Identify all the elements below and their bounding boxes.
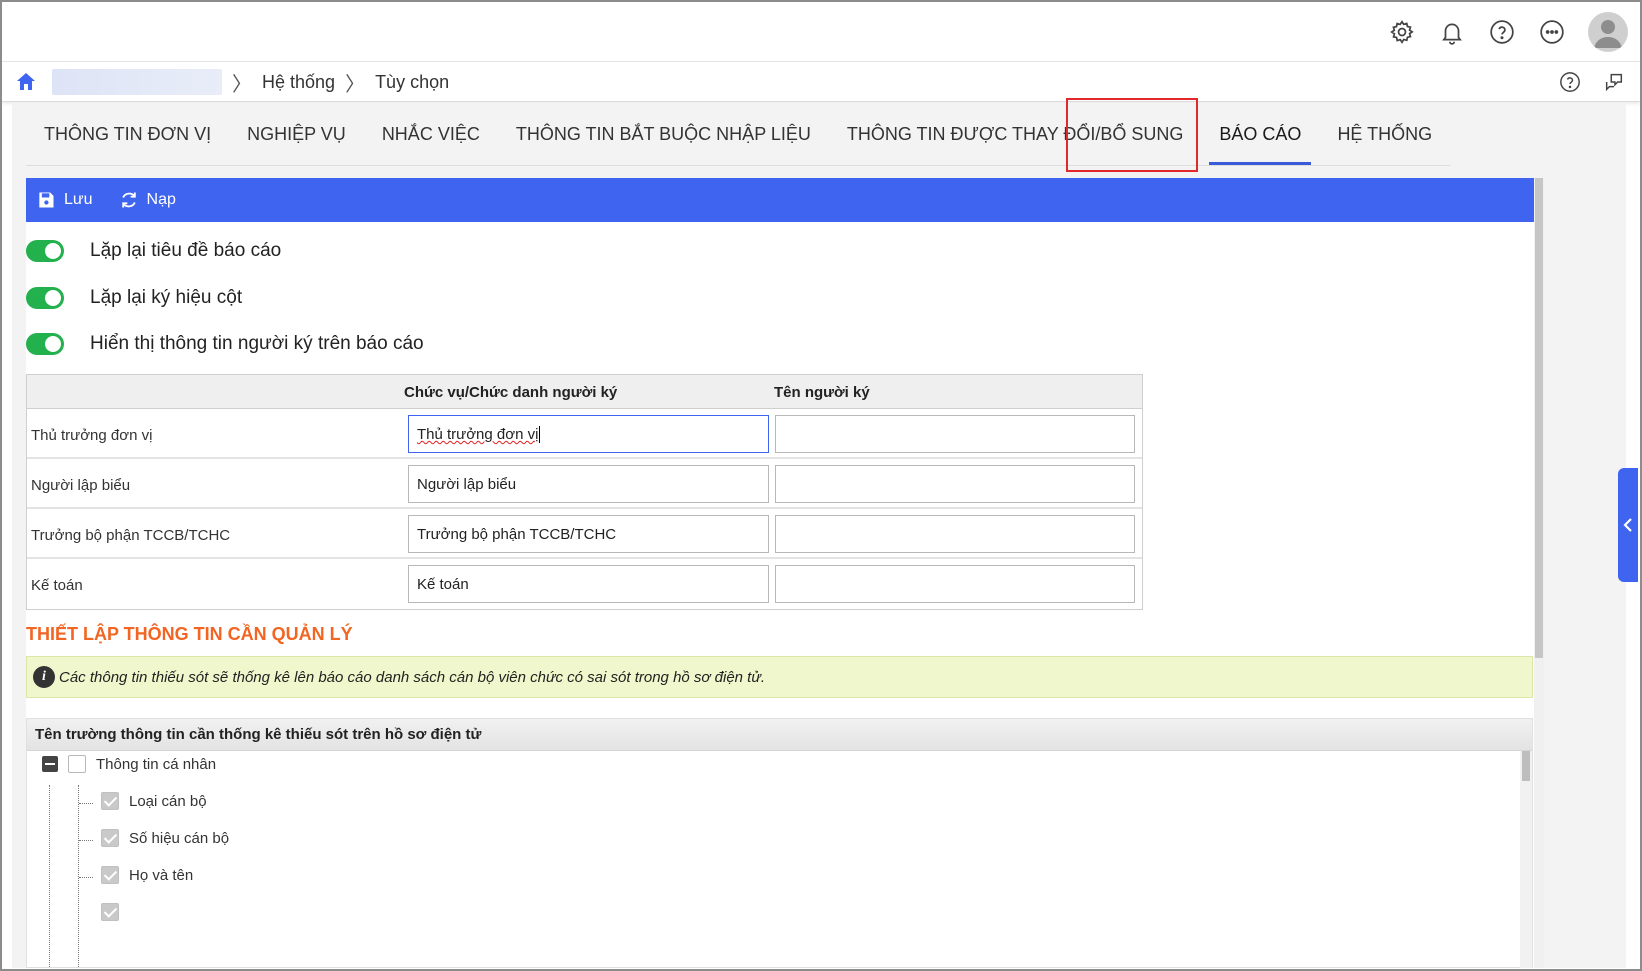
toggle-label: Hiển thị thông tin người ký trên báo cáo bbox=[90, 333, 424, 354]
toggle-label: Lặp lại ký hiệu cột bbox=[90, 287, 243, 308]
title-input[interactable]: Trưởng bộ phận TCCB/TCHC bbox=[408, 515, 769, 553]
tree-node-partial bbox=[101, 903, 119, 921]
column-header-name: Tên người ký bbox=[774, 384, 870, 401]
app-window: 〉 Hệ thống 〉 Tùy chọn THÔNG TIN ĐƠN VỊ N… bbox=[0, 0, 1642, 971]
toolbar: Lưu Nạp bbox=[26, 178, 1534, 222]
tab-changed-info[interactable]: THÔNG TIN ĐƯỢC THAY ĐỔI/BỔ SUNG bbox=[828, 104, 1202, 166]
tree-node-staff-number: Số hiệu cán bộ bbox=[101, 829, 229, 847]
breadcrumb: 〉 Hệ thống 〉 Tùy chọn bbox=[14, 68, 449, 96]
tab-reminders[interactable]: NHẮC VIỆC bbox=[363, 104, 498, 166]
toggle-row-repeat-title: Lặp lại tiêu đề báo cáo bbox=[26, 240, 281, 262]
checkbox-personal-info[interactable] bbox=[68, 755, 86, 773]
home-icon[interactable] bbox=[14, 70, 38, 94]
tab-reports[interactable]: BÁO CÁO bbox=[1201, 104, 1320, 166]
tree-node-label: Họ và tên bbox=[129, 866, 194, 884]
reload-button[interactable]: Nạp bbox=[119, 190, 176, 210]
table-row: Người lập biểu Người lập biểu bbox=[27, 459, 1142, 509]
row-label: Thủ trưởng đơn vị bbox=[31, 427, 153, 444]
title-input[interactable]: Người lập biểu bbox=[408, 465, 769, 503]
tree-scrollbar-thumb[interactable] bbox=[1522, 751, 1530, 781]
title-input[interactable]: Kế toán bbox=[408, 565, 769, 603]
refresh-icon bbox=[121, 192, 136, 208]
chevron-left-icon bbox=[1623, 518, 1632, 532]
tree-connector bbox=[79, 803, 93, 804]
signer-table: Chức vụ/Chức danh người ký Tên người ký … bbox=[26, 374, 1143, 610]
info-text: Các thông tin thiếu sót sẽ thống kê lên … bbox=[59, 668, 766, 686]
toggle-switch-repeat-title[interactable] bbox=[26, 240, 64, 262]
signer-name-input[interactable] bbox=[775, 415, 1135, 453]
breadcrumb-bar: 〉 Hệ thống 〉 Tùy chọn bbox=[2, 62, 1640, 102]
toggle-switch-show-signer[interactable] bbox=[26, 333, 64, 355]
report-settings-panel: Lưu Nạp Lặp lại tiêu đề báo cáo Lặp lại … bbox=[26, 178, 1534, 968]
chevron-right-icon: 〉 bbox=[232, 73, 252, 96]
tree-connector bbox=[79, 877, 93, 878]
tab-bar: THÔNG TIN ĐƠN VỊ NGHIỆP VỤ NHẮC VIỆC THÔ… bbox=[26, 104, 1451, 166]
tree-node-label: Số hiệu cán bộ bbox=[129, 829, 230, 847]
save-button[interactable]: Lưu bbox=[36, 190, 93, 210]
page-scrollbar[interactable] bbox=[1534, 178, 1544, 968]
title-input[interactable]: Thủ trưởng đơn vị bbox=[408, 415, 769, 453]
save-icon bbox=[39, 192, 54, 208]
main-area: THÔNG TIN ĐƠN VỊ NGHIỆP VỤ NHẮC VIỆC THÔ… bbox=[12, 98, 1626, 968]
feedback-icon[interactable] bbox=[1600, 68, 1628, 96]
avatar-icon[interactable] bbox=[1588, 12, 1628, 52]
unit-name-redacted bbox=[52, 69, 222, 95]
table-header: Chức vụ/Chức danh người ký Tên người ký bbox=[27, 375, 1142, 409]
tab-system[interactable]: HỆ THỐNG bbox=[1319, 104, 1451, 166]
column-header-title: Chức vụ/Chức danh người ký bbox=[404, 384, 618, 401]
tab-operations[interactable]: NGHIỆP VỤ bbox=[229, 104, 364, 166]
toggle-row-show-signer: Hiển thị thông tin người ký trên báo cáo bbox=[26, 333, 424, 355]
help-icon[interactable] bbox=[1488, 18, 1516, 46]
checkbox-partial[interactable] bbox=[101, 903, 119, 921]
tree-header: Tên trường thông tin cần thống kê thiếu … bbox=[27, 719, 1532, 751]
tree-node-personal-info: Thông tin cá nhân bbox=[42, 755, 216, 773]
gear-icon[interactable] bbox=[1388, 18, 1416, 46]
tree-scrollbar[interactable] bbox=[1520, 751, 1532, 968]
checkbox-staff-number[interactable] bbox=[101, 829, 119, 847]
breadcrumb-item-options[interactable]: Tùy chọn bbox=[375, 72, 449, 93]
info-icon: i bbox=[33, 666, 55, 688]
top-bar bbox=[2, 2, 1640, 62]
info-banner: i Các thông tin thiếu sót sẽ thống kê lê… bbox=[26, 656, 1533, 698]
side-panel-toggle[interactable] bbox=[1618, 468, 1638, 582]
tree-node-staff-type: Loại cán bộ bbox=[101, 792, 207, 810]
bell-icon[interactable] bbox=[1438, 18, 1466, 46]
tab-required-info[interactable]: THÔNG TIN BẮT BUỘC NHẬP LIỆU bbox=[497, 104, 829, 166]
breadcrumb-item-system[interactable]: Hệ thống bbox=[262, 72, 335, 93]
collapse-icon[interactable] bbox=[42, 756, 58, 772]
toggle-row-repeat-column: Lặp lại ký hiệu cột bbox=[26, 287, 242, 309]
save-label: Lưu bbox=[64, 191, 93, 208]
tree-node-full-name: Họ và tên bbox=[101, 866, 193, 884]
row-label: Kế toán bbox=[31, 577, 83, 594]
checkbox-staff-type[interactable] bbox=[101, 792, 119, 810]
row-label: Trưởng bộ phận TCCB/TCHC bbox=[31, 527, 231, 544]
tree-node-label: Loại cán bộ bbox=[129, 792, 207, 810]
signer-name-input[interactable] bbox=[775, 465, 1135, 503]
row-label: Người lập biểu bbox=[31, 477, 131, 494]
signer-name-input[interactable] bbox=[775, 565, 1135, 603]
help-icon[interactable] bbox=[1556, 68, 1584, 96]
page-scrollbar-thumb[interactable] bbox=[1535, 178, 1543, 658]
missing-info-tree: Tên trường thông tin cần thống kê thiếu … bbox=[26, 718, 1533, 968]
checkbox-full-name[interactable] bbox=[101, 866, 119, 884]
toggle-label: Lặp lại tiêu đề báo cáo bbox=[90, 240, 282, 261]
table-row: Trưởng bộ phận TCCB/TCHC Trưởng bộ phận … bbox=[27, 509, 1142, 559]
title-input-value: Thủ trưởng đơn vị bbox=[417, 426, 539, 443]
text-cursor bbox=[539, 426, 541, 443]
tree-node-label: Thông tin cá nhân bbox=[96, 755, 217, 773]
tree-connector bbox=[79, 840, 93, 841]
table-row: Kế toán Kế toán bbox=[27, 559, 1142, 609]
reload-label: Nạp bbox=[146, 191, 176, 208]
more-icon[interactable] bbox=[1538, 18, 1566, 46]
chevron-right-icon: 〉 bbox=[345, 73, 366, 96]
tree-connector bbox=[49, 785, 50, 968]
section-title: THIẾT LẬP THÔNG TIN CẦN QUẢN LÝ bbox=[26, 624, 353, 644]
signer-name-input[interactable] bbox=[775, 515, 1135, 553]
toggle-switch-repeat-column[interactable] bbox=[26, 287, 64, 309]
tab-unit-info[interactable]: THÔNG TIN ĐƠN VỊ bbox=[26, 104, 230, 166]
table-row: Thủ trưởng đơn vị Thủ trưởng đơn vị bbox=[27, 409, 1142, 459]
